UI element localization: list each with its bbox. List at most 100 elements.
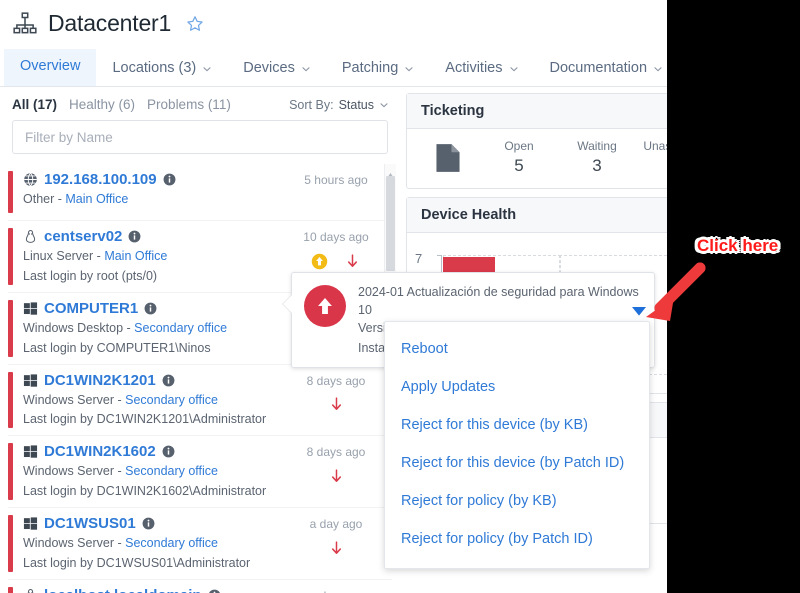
status-bar xyxy=(8,371,13,429)
table-row[interactable]: localhost.localdomain Linux Server - Mai… xyxy=(8,580,392,593)
down-arrow-icon[interactable] xyxy=(328,396,345,413)
device-name-row: DC1WIN2K1602 xyxy=(23,443,284,460)
device-badges xyxy=(284,195,388,213)
caret-down-blue-icon[interactable] xyxy=(632,304,646,319)
info-icon[interactable] xyxy=(163,173,176,186)
device-type: Linux Server xyxy=(23,249,94,263)
down-arrow-icon[interactable] xyxy=(328,540,345,557)
device-name-row: DC1WSUS01 xyxy=(23,515,284,532)
filter-all[interactable]: All (17) xyxy=(12,97,57,112)
info-icon[interactable] xyxy=(142,517,155,530)
tab-label: Locations (3) xyxy=(112,60,197,76)
ticket-stat-waiting[interactable]: Waiting 3 xyxy=(565,139,629,176)
device-name[interactable]: DC1WIN2K1201 xyxy=(44,372,156,389)
status-filter-group: All (17) Healthy (6) Problems (11) xyxy=(12,97,231,112)
y-axis-tick-label: 7 xyxy=(415,251,423,266)
device-last-seen: 5 hours ago xyxy=(304,173,368,187)
ticket-stat-open[interactable]: Open 5 xyxy=(487,139,551,176)
table-row[interactable]: DC1WIN2K1602 Windows Server - Secondary … xyxy=(8,436,392,508)
device-info: DC1WSUS01 Windows Server - Secondary off… xyxy=(23,515,284,572)
scrollbar-thumb[interactable] xyxy=(386,176,395,271)
menu-item-reject-device-patchid[interactable]: Reject for this device (by Patch ID) xyxy=(385,444,649,482)
device-name-row: localhost.localdomain xyxy=(23,587,284,593)
device-location[interactable]: Main Office xyxy=(65,192,128,206)
sitemap-icon xyxy=(12,11,38,37)
status-bar xyxy=(8,299,13,357)
device-type: Windows Desktop xyxy=(23,320,124,335)
annotation-label: Click here xyxy=(697,236,779,255)
device-location[interactable]: Secondary office xyxy=(134,321,227,335)
status-bar xyxy=(8,443,13,500)
menu-item-reboot[interactable]: Reboot xyxy=(385,330,649,368)
device-location[interactable]: Secondary office xyxy=(125,464,218,478)
device-meta: Windows Server - Secondary office xyxy=(23,392,284,409)
info-icon[interactable] xyxy=(162,445,175,458)
info-icon[interactable] xyxy=(208,589,221,593)
star-icon[interactable] xyxy=(185,14,205,34)
device-health-card-title: Device Health xyxy=(407,198,667,233)
device-name[interactable]: COMPUTER1 xyxy=(44,300,138,317)
device-status-col: 5 hours ago xyxy=(284,171,388,213)
device-name-row: 192.168.100.109 xyxy=(23,171,284,188)
tab-locations[interactable]: Locations (3) xyxy=(96,51,227,86)
menu-item-apply-updates[interactable]: Apply Updates xyxy=(385,368,649,406)
menu-item-reject-device-kb[interactable]: Reject for this device (by KB) xyxy=(385,406,649,444)
device-location[interactable]: Secondary office xyxy=(125,536,218,550)
device-name-row: centserv02 xyxy=(23,228,284,245)
table-row[interactable]: DC1WIN2K1201 Windows Server - Secondary … xyxy=(8,365,392,437)
device-badges xyxy=(284,539,388,557)
down-arrow-icon[interactable] xyxy=(344,253,361,270)
tab-documentation[interactable]: Documentation xyxy=(534,51,668,86)
device-name[interactable]: centserv02 xyxy=(44,228,122,245)
device-name[interactable]: DC1WSUS01 xyxy=(44,515,136,532)
device-last-login: Last login by DC1WIN2K1602\Administrator xyxy=(23,484,267,499)
device-last-seen: 8 days ago xyxy=(306,373,366,388)
tab-label: Patching xyxy=(341,60,399,76)
search-input[interactable]: Filter by Name xyxy=(12,120,388,154)
device-name[interactable]: DC1WIN2K1602 xyxy=(44,443,156,460)
device-meta: Linux Server - Main Office xyxy=(23,248,284,265)
device-type: Windows Server xyxy=(23,392,114,407)
ticketing-card-title: Ticketing xyxy=(407,94,667,129)
status-bar xyxy=(8,586,13,593)
menu-item-reject-policy-kb[interactable]: Reject for policy (by KB) xyxy=(385,482,649,520)
device-meta: Windows Server - Secondary office xyxy=(23,535,284,552)
warning-up-icon[interactable] xyxy=(311,253,328,270)
windows-icon xyxy=(23,373,38,388)
device-location[interactable]: Main Office xyxy=(104,249,167,263)
device-name-row: DC1WIN2K1201 xyxy=(23,372,284,389)
tab-overview[interactable]: Overview xyxy=(4,49,97,86)
status-bar xyxy=(8,228,13,285)
device-name[interactable]: localhost.localdomain xyxy=(44,587,202,593)
device-badges xyxy=(284,467,388,485)
device-last-seen: a day ago xyxy=(309,517,363,531)
device-status-col: a day ago xyxy=(284,587,388,593)
sort-by-control[interactable]: Sort By: Status xyxy=(289,98,388,112)
device-name[interactable]: 192.168.100.109 xyxy=(44,171,157,188)
table-row[interactable]: DC1WSUS01 Windows Server - Secondary off… xyxy=(8,508,392,580)
device-location[interactable]: Secondary office xyxy=(125,393,218,407)
device-info: DC1WIN2K1201 Windows Server - Secondary … xyxy=(23,372,284,429)
menu-item-reject-policy-patchid[interactable]: Reject for policy (by Patch ID) xyxy=(385,520,649,558)
windows-icon xyxy=(23,516,38,531)
device-status-col: 8 days ago xyxy=(284,372,388,414)
tab-label: Activities xyxy=(445,60,503,76)
down-arrow-icon[interactable] xyxy=(328,468,345,485)
info-icon[interactable] xyxy=(162,374,175,387)
tab-activities[interactable]: Activities xyxy=(429,51,533,86)
sort-by-label: Sort By: xyxy=(289,97,334,112)
filter-healthy[interactable]: Healthy (6) xyxy=(69,97,135,112)
tab-devices[interactable]: Devices xyxy=(227,51,326,86)
filter-problems[interactable]: Problems (11) xyxy=(147,97,231,112)
device-info: localhost.localdomain Linux Server - Mai… xyxy=(23,587,284,593)
info-icon[interactable] xyxy=(144,302,157,315)
device-last-login: Last login by root (pts/0) xyxy=(23,268,158,283)
info-icon[interactable] xyxy=(128,230,141,243)
tab-patching[interactable]: Patching xyxy=(326,51,429,86)
table-row[interactable]: 192.168.100.109 Other - Main Office 5 ho… xyxy=(8,164,392,221)
tab-bar: Overview Locations (3) Devices Patching … xyxy=(0,49,667,87)
status-bar xyxy=(8,171,13,213)
globe-icon xyxy=(23,172,38,187)
ticket-stat-unassigned[interactable]: Unassigned 1 xyxy=(643,139,667,176)
device-name-row: COMPUTER1 xyxy=(23,300,284,317)
